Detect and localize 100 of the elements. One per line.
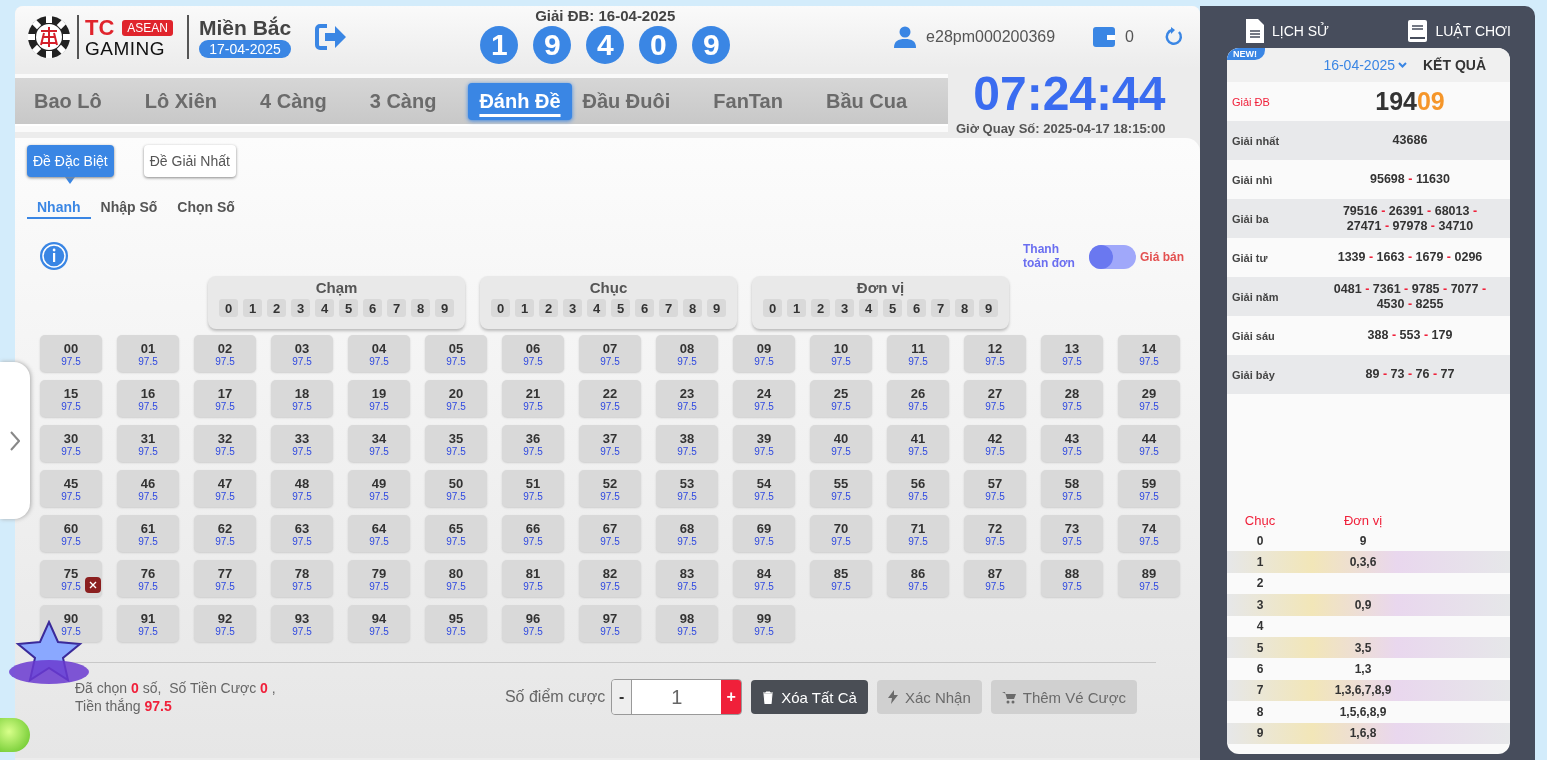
number-cell[interactable]: 65 97.5	[425, 515, 487, 552]
number-cell[interactable]: 61 97.5	[117, 515, 179, 552]
digit-chip[interactable]: 2	[267, 299, 286, 317]
number-cell[interactable]: 54 97.5	[733, 470, 795, 507]
digit-chip[interactable]: 1	[515, 299, 534, 317]
number-cell[interactable]: 46 97.5	[117, 470, 179, 507]
number-cell[interactable]: 38 97.5	[656, 425, 718, 462]
number-cell[interactable]: 31 97.5	[117, 425, 179, 462]
number-cell[interactable]: 33 97.5	[271, 425, 333, 462]
number-cell[interactable]: 04 97.5	[348, 335, 410, 372]
number-cell[interactable]: 84 97.5	[733, 560, 795, 597]
number-cell[interactable]: 37 97.5	[579, 425, 641, 462]
number-cell[interactable]: 88 97.5	[1041, 560, 1103, 597]
number-cell[interactable]: 53 97.5	[656, 470, 718, 507]
digit-chip[interactable]: 9	[435, 299, 454, 317]
number-cell[interactable]: 96 97.5	[502, 605, 564, 642]
number-cell[interactable]: 59 97.5	[1118, 470, 1180, 507]
digit-chip[interactable]: 3	[835, 299, 854, 317]
number-cell[interactable]: 93 97.5	[271, 605, 333, 642]
digit-chip[interactable]: 3	[563, 299, 582, 317]
number-cell[interactable]: 73 97.5	[1041, 515, 1103, 552]
remove-icon[interactable]	[85, 577, 101, 593]
number-cell[interactable]: 71 97.5	[887, 515, 949, 552]
number-cell[interactable]: 22 97.5	[579, 380, 641, 417]
number-cell[interactable]: 29 97.5	[1118, 380, 1180, 417]
number-cell[interactable]: 35 97.5	[425, 425, 487, 462]
number-cell[interactable]: 62 97.5	[194, 515, 256, 552]
number-cell[interactable]: 18 97.5	[271, 380, 333, 417]
number-cell[interactable]: 99 97.5	[733, 605, 795, 642]
number-cell[interactable]: 80 97.5	[425, 560, 487, 597]
number-cell[interactable]: 52 97.5	[579, 470, 641, 507]
digit-chip[interactable]: 3	[291, 299, 310, 317]
digit-chip[interactable]: 8	[411, 299, 430, 317]
toggle-switch[interactable]	[1089, 244, 1136, 269]
bet-type-tab[interactable]: Đề Đặc Biệt	[27, 145, 114, 177]
number-cell[interactable]: 95 97.5	[425, 605, 487, 642]
number-cell[interactable]: 92 97.5	[194, 605, 256, 642]
number-cell[interactable]: 23 97.5	[656, 380, 718, 417]
number-cell[interactable]: 75 97.5	[40, 560, 102, 597]
number-cell[interactable]: 21 97.5	[502, 380, 564, 417]
rules-link[interactable]: LUẬT CHƠI	[1408, 14, 1511, 48]
number-cell[interactable]: 81 97.5	[502, 560, 564, 597]
digit-chip[interactable]: 8	[683, 299, 702, 317]
number-cell[interactable]: 72 97.5	[964, 515, 1026, 552]
number-cell[interactable]: 34 97.5	[348, 425, 410, 462]
digit-chip[interactable]: 7	[387, 299, 406, 317]
number-cell[interactable]: 15 97.5	[40, 380, 102, 417]
number-cell[interactable]: 01 97.5	[117, 335, 179, 372]
number-cell[interactable]: 69 97.5	[733, 515, 795, 552]
digit-chip[interactable]: 0	[491, 299, 510, 317]
number-cell[interactable]: 82 97.5	[579, 560, 641, 597]
digit-chip[interactable]: 4	[859, 299, 878, 317]
number-cell[interactable]: 89 97.5	[1118, 560, 1180, 597]
number-cell[interactable]: 25 97.5	[810, 380, 872, 417]
number-cell[interactable]: 83 97.5	[656, 560, 718, 597]
number-cell[interactable]: 68 97.5	[656, 515, 718, 552]
digit-chip[interactable]: 6	[907, 299, 926, 317]
digit-chip[interactable]: 9	[979, 299, 998, 317]
digit-chip[interactable]: 2	[539, 299, 558, 317]
number-cell[interactable]: 28 97.5	[1041, 380, 1103, 417]
number-cell[interactable]: 58 97.5	[1041, 470, 1103, 507]
number-cell[interactable]: 85 97.5	[810, 560, 872, 597]
digit-chip[interactable]: 0	[763, 299, 782, 317]
history-link[interactable]: LỊCH SỬ	[1246, 14, 1330, 48]
number-cell[interactable]: 50 97.5	[425, 470, 487, 507]
digit-chip[interactable]: 8	[955, 299, 974, 317]
digit-chip[interactable]: 1	[787, 299, 806, 317]
digit-chip[interactable]: 2	[811, 299, 830, 317]
number-cell[interactable]: 19 97.5	[348, 380, 410, 417]
number-cell[interactable]: 76 97.5	[117, 560, 179, 597]
number-cell[interactable]: 32 97.5	[194, 425, 256, 462]
number-cell[interactable]: 70 97.5	[810, 515, 872, 552]
number-cell[interactable]: 44 97.5	[1118, 425, 1180, 462]
number-cell[interactable]: 66 97.5	[502, 515, 564, 552]
digit-chip[interactable]: 0	[219, 299, 238, 317]
number-cell[interactable]: 27 97.5	[964, 380, 1026, 417]
number-cell[interactable]: 55 97.5	[810, 470, 872, 507]
input-mode-tab[interactable]: Nhanh	[27, 199, 91, 219]
number-cell[interactable]: 11 97.5	[887, 335, 949, 372]
input-mode-tab[interactable]: Nhập Số	[90, 199, 168, 219]
number-cell[interactable]: 30 97.5	[40, 425, 102, 462]
number-cell[interactable]: 13 97.5	[1041, 335, 1103, 372]
digit-chip[interactable]: 5	[611, 299, 630, 317]
number-cell[interactable]: 48 97.5	[271, 470, 333, 507]
number-cell[interactable]: 43 97.5	[1041, 425, 1103, 462]
number-cell[interactable]: 26 97.5	[887, 380, 949, 417]
stake-stepper[interactable]: - 1 +	[611, 679, 743, 716]
number-cell[interactable]: 79 97.5	[348, 560, 410, 597]
number-cell[interactable]: 14 97.5	[1118, 335, 1180, 372]
number-cell[interactable]: 60 97.5	[40, 515, 102, 552]
info-icon[interactable]	[39, 241, 69, 271]
number-cell[interactable]: 56 97.5	[887, 470, 949, 507]
number-cell[interactable]: 63 97.5	[271, 515, 333, 552]
number-cell[interactable]: 40 97.5	[810, 425, 872, 462]
number-cell[interactable]: 41 97.5	[887, 425, 949, 462]
game-tab[interactable]: Đánh Đề	[468, 82, 572, 120]
digit-chip[interactable]: 9	[707, 299, 726, 317]
number-cell[interactable]: 36 97.5	[502, 425, 564, 462]
number-cell[interactable]: 74 97.5	[1118, 515, 1180, 552]
number-cell[interactable]: 49 97.5	[348, 470, 410, 507]
